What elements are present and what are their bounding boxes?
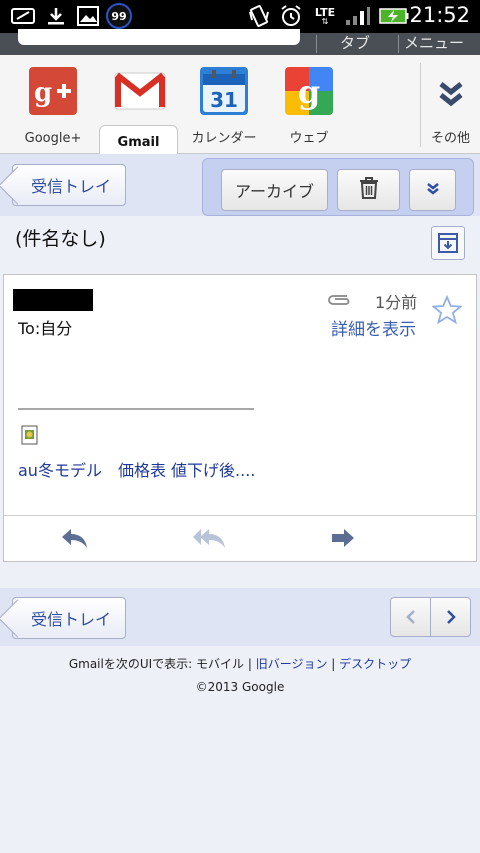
signal-strength-icon xyxy=(344,5,372,27)
desktop-link[interactable]: デスクトップ xyxy=(339,657,411,671)
alarm-icon xyxy=(278,5,304,27)
attachment-file-icon[interactable] xyxy=(21,425,39,445)
google-plus-icon: g xyxy=(29,67,77,115)
sender-name-redacted xyxy=(13,289,93,311)
old-version-link[interactable]: 旧バージョン xyxy=(256,657,328,671)
move-to-button[interactable] xyxy=(431,226,465,260)
chevron-right-icon xyxy=(446,610,456,624)
notification-badge: 99 xyxy=(106,3,132,29)
bottom-nav: 受信トレイ xyxy=(0,588,480,646)
google-web-icon: g xyxy=(285,67,333,115)
tab-calendar[interactable]: 31 カレンダー xyxy=(188,55,260,153)
reply-all-icon[interactable] xyxy=(192,526,228,554)
footer-view-options: Gmailを次のUIで表示: モバイル | 旧バージョン | デスクトップ xyxy=(68,657,412,671)
tab-more[interactable]: その他 xyxy=(421,55,480,153)
recipient-line: To:自分 xyxy=(18,319,73,338)
image-icon xyxy=(76,5,100,27)
svg-text:g: g xyxy=(298,73,320,111)
show-details-link[interactable]: 詳細を表示 xyxy=(331,315,416,340)
attachment-link[interactable]: au冬モデル 価格表 値下げ後.... xyxy=(18,457,255,481)
paperclip-icon xyxy=(327,291,351,310)
clock: 21:52 xyxy=(409,3,470,27)
divider xyxy=(316,35,317,53)
previous-message-button[interactable] xyxy=(391,598,430,636)
message-actions xyxy=(4,515,476,562)
star-icon[interactable] xyxy=(431,294,463,329)
message-card: To:自分 1分前 詳細を表示 au冬モデル 価格表 値下げ後.... xyxy=(3,274,477,562)
browser-tab-button[interactable]: タブ xyxy=(340,33,370,53)
next-message-button[interactable] xyxy=(430,598,470,636)
message-icon xyxy=(10,5,36,27)
battery-charging-icon xyxy=(378,5,410,27)
divider xyxy=(18,408,254,410)
browser-bar: タブ メニュー xyxy=(0,29,480,55)
reply-icon[interactable] xyxy=(60,526,90,554)
archive-box-icon xyxy=(438,233,458,257)
divider xyxy=(398,35,399,53)
tab-google-plus[interactable]: g Google+ xyxy=(18,55,88,153)
more-actions-button[interactable] xyxy=(409,169,456,211)
browser-menu-button[interactable]: メニュー xyxy=(404,33,464,53)
pager xyxy=(390,597,471,637)
app-tabs: g Google+ Gmail 31 カレンダー g ウェブ その他 xyxy=(0,55,480,155)
copyright: ©2013 Google xyxy=(195,680,285,694)
archive-button[interactable]: アーカイブ xyxy=(221,169,328,211)
download-icon xyxy=(44,5,68,27)
tab-web[interactable]: g ウェブ xyxy=(275,55,343,153)
message-subject: (件名なし) xyxy=(15,228,106,250)
tab-gmail[interactable]: Gmail xyxy=(99,125,178,155)
trash-icon xyxy=(358,176,380,204)
svg-text:31: 31 xyxy=(210,88,238,112)
action-panel: アーカイブ xyxy=(202,158,474,216)
back-to-inbox-button[interactable]: 受信トレイ xyxy=(12,164,126,206)
chevron-double-down-icon xyxy=(427,67,475,115)
message-time: 1分前 xyxy=(375,293,418,312)
gmail-icon xyxy=(114,69,166,115)
forward-icon[interactable] xyxy=(330,526,356,554)
lte-indicator: LTE ⇅ xyxy=(314,5,336,26)
chevron-double-down-icon xyxy=(426,181,440,200)
url-box[interactable] xyxy=(18,29,300,45)
delete-button[interactable] xyxy=(337,169,400,211)
chevron-left-icon xyxy=(405,610,415,624)
calendar-icon: 31 xyxy=(200,67,248,115)
svg-text:g: g xyxy=(34,78,52,108)
vibrate-icon xyxy=(246,5,272,27)
back-to-inbox-button-bottom[interactable]: 受信トレイ xyxy=(12,597,126,639)
